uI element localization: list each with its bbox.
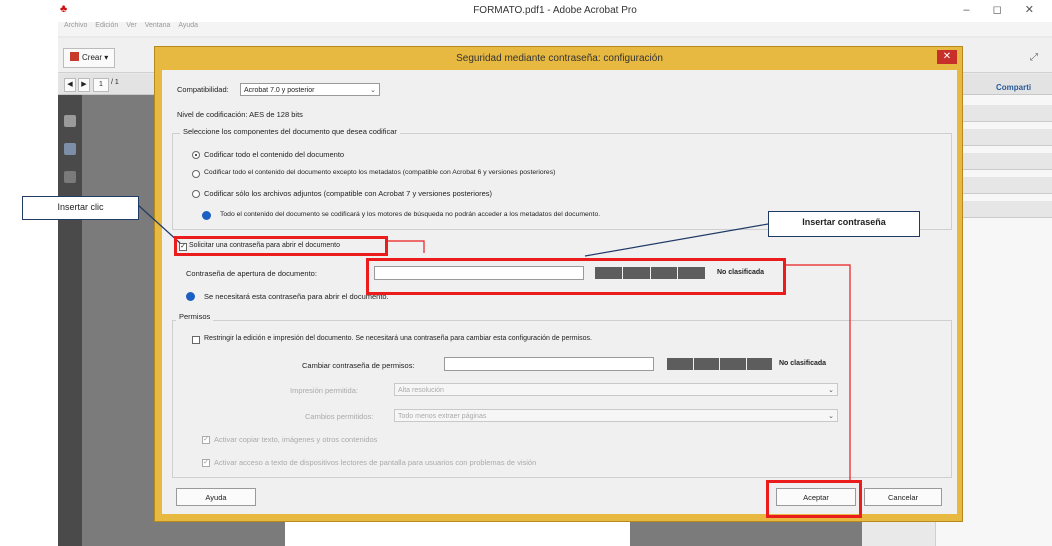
- ok-connector-line: [786, 264, 851, 483]
- require-password-highlight: [174, 236, 388, 256]
- insert-click-callout: Insertar clic: [22, 196, 139, 220]
- open-password-connector: [388, 240, 425, 253]
- password-callout-pointer: [584, 223, 769, 257]
- password-field-highlight: [366, 258, 786, 295]
- ok-button-highlight: [766, 480, 862, 518]
- insert-password-callout: Insertar contraseña: [768, 211, 920, 237]
